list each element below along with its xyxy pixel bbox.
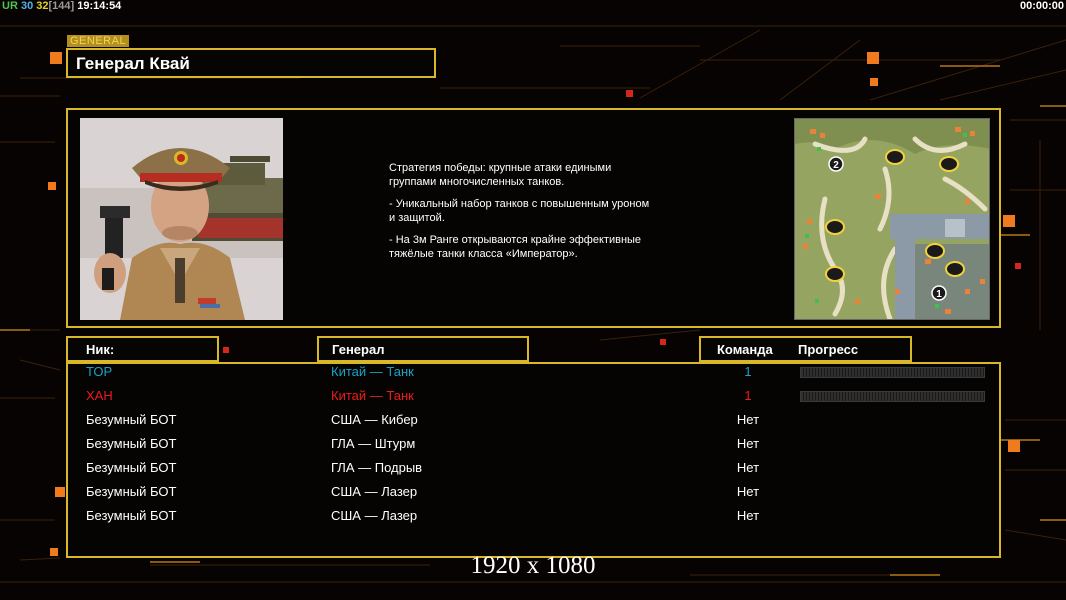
deco-square	[1008, 440, 1020, 452]
general-tag: GENERAL	[67, 35, 130, 47]
table-row[interactable]: Безумный БОТ ГЛА — Подрыв Нет	[0, 457, 935, 481]
player-nick: ТОР	[86, 364, 113, 379]
hud-value-3: [144]	[48, 0, 75, 12]
general-title-box: Генерал Квай	[66, 48, 436, 78]
header-nick-label: Ник:	[86, 342, 115, 357]
hud-timer: 00:00:00	[1019, 0, 1064, 12]
player-general[interactable]: Китай — Танк	[331, 388, 414, 403]
general-description: Стратегия победы: крупные атаки едиными …	[389, 161, 709, 269]
player-progress-bar	[800, 391, 985, 402]
table-row[interactable]: ХАН Китай — Танк 1	[0, 385, 985, 409]
table-row[interactable]: Безумный БОТ США — Лазер Нет	[0, 481, 935, 505]
player-nick: ХАН	[86, 388, 113, 403]
player-nick: Безумный БОТ	[86, 412, 177, 427]
player-nick: Безумный БОТ	[86, 484, 177, 499]
table-row[interactable]: ТОР Китай — Танк 1	[0, 361, 985, 385]
table-row[interactable]: Безумный БОТ США — Кибер Нет	[0, 409, 935, 433]
deco-square	[50, 52, 62, 64]
player-nick: Безумный БОТ	[86, 436, 177, 451]
hud-value-2: 32	[36, 0, 49, 12]
map-preview: 2 1	[794, 118, 990, 320]
deco-square	[626, 90, 633, 97]
player-team[interactable]: Нет	[700, 460, 796, 475]
player-progress-bar	[800, 367, 985, 378]
header-nick: Ник:	[66, 336, 219, 362]
resolution-watermark: 1920 x 1080	[470, 552, 596, 579]
description-strategy: Стратегия победы: крупные атаки едиными …	[389, 162, 612, 188]
player-general[interactable]: США — Лазер	[331, 508, 417, 523]
hud-ur: UR	[2, 0, 18, 12]
player-nick: Безумный БОТ	[86, 508, 177, 523]
player-general[interactable]: ГЛА — Штурм	[331, 436, 415, 451]
deco-square	[1015, 263, 1021, 269]
general-portrait	[80, 118, 283, 320]
player-nick: Безумный БОТ	[86, 460, 177, 475]
header-general-label: Генерал	[332, 342, 385, 357]
map-start-marker: 2	[833, 160, 839, 171]
player-general[interactable]: ГЛА — Подрыв	[331, 460, 422, 475]
hud-clock: 19:14:54	[77, 0, 122, 12]
header-team-progress: Команда Прогресс	[699, 336, 912, 362]
description-feature-2: - На 3м Ранге открываются крайне эффекти…	[389, 234, 642, 260]
deco-square	[660, 339, 666, 345]
player-team[interactable]: Нет	[700, 508, 796, 523]
deco-square	[48, 182, 56, 190]
general-name: Генерал Квай	[76, 54, 190, 73]
player-general[interactable]: США — Кибер	[331, 412, 418, 427]
description-feature-1: - Уникальный набор танков с повышенным у…	[389, 198, 650, 224]
deco-square	[1003, 215, 1015, 227]
table-row[interactable]: Безумный БОТ США — Лазер Нет	[0, 505, 935, 529]
player-team[interactable]: 1	[700, 388, 796, 403]
hud-stats: UR 30 32[144] 19:14:54	[2, 0, 121, 13]
deco-square	[867, 52, 879, 64]
player-team[interactable]: 1	[700, 364, 796, 379]
map-start-marker: 1	[936, 289, 942, 300]
header-team-label: Команда	[717, 342, 773, 357]
header-general: Генерал	[317, 336, 529, 362]
player-team[interactable]: Нет	[700, 412, 796, 427]
player-team[interactable]: Нет	[700, 436, 796, 451]
deco-square	[870, 78, 878, 86]
player-team[interactable]: Нет	[700, 484, 796, 499]
hud-value-1: 30	[20, 0, 34, 12]
player-general[interactable]: Китай — Танк	[331, 364, 414, 379]
deco-square	[223, 347, 229, 353]
player-general[interactable]: США — Лазер	[331, 484, 417, 499]
header-progress-label: Прогресс	[798, 342, 859, 357]
table-row[interactable]: Безумный БОТ ГЛА — Штурм Нет	[0, 433, 935, 457]
